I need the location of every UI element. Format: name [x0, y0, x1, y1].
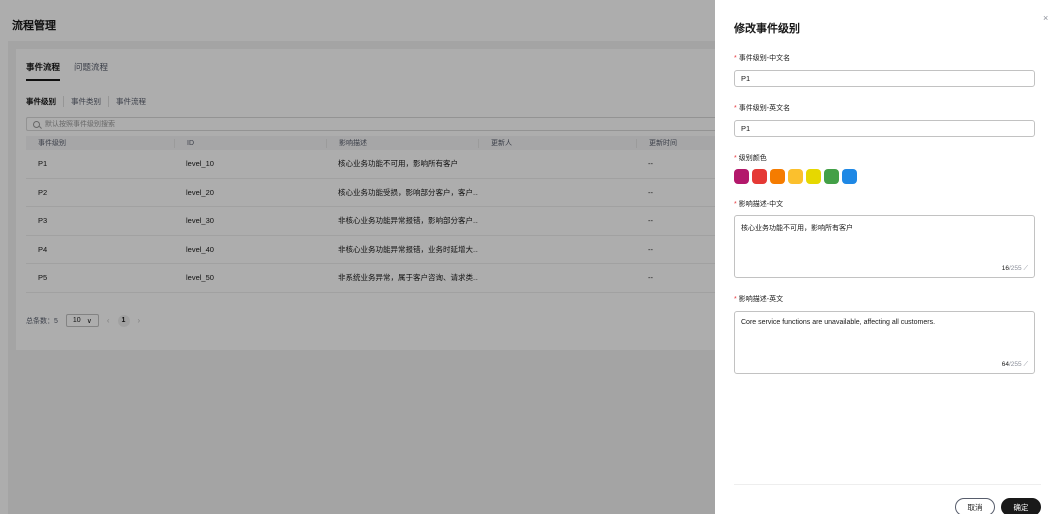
cancel-button[interactable]: 取消 [955, 498, 995, 514]
desc-cn-value: 核心业务功能不可用，影响所有客户 [741, 225, 853, 232]
color-swatch-yellow[interactable] [806, 169, 821, 184]
color-label: * 级别颜色 [734, 155, 767, 162]
color-swatch-blue[interactable] [842, 169, 857, 184]
color-swatches [734, 169, 857, 184]
color-swatch-green[interactable] [824, 169, 839, 184]
name-cn-label: * 事件级别-中文名 [734, 55, 791, 62]
color-swatch-magenta[interactable] [734, 169, 749, 184]
desc-en-value: Core service functions are unavailable, … [741, 319, 936, 326]
desc-cn-label: * 影响描述-中文 [734, 201, 784, 208]
edit-level-drawer: 修改事件级别 × * 事件级别-中文名 P1 * 事件级别-英文名 P1 * 级别颜色… [715, 0, 1052, 514]
confirm-button[interactable]: 确定 [1001, 498, 1041, 514]
name-en-label: * 事件级别-英文名 [734, 105, 791, 112]
name-cn-input[interactable]: P1 [734, 70, 1035, 87]
desc-cn-counter: 16/255 ⟋ [1001, 265, 1028, 272]
drawer-title: 修改事件级别 [734, 23, 800, 35]
close-icon[interactable]: × [1043, 13, 1048, 23]
color-swatch-amber[interactable] [788, 169, 803, 184]
drawer-footer-divider [734, 484, 1041, 485]
name-en-input[interactable]: P1 [734, 120, 1035, 137]
desc-en-counter: 64/255 ⟋ [1001, 361, 1028, 368]
desc-cn-textarea[interactable]: 核心业务功能不可用，影响所有客户 16/255 ⟋ [734, 215, 1035, 278]
desc-en-textarea[interactable]: Core service functions are unavailable, … [734, 311, 1035, 374]
desc-en-label: * 影响描述-英文 [734, 296, 784, 303]
color-swatch-orange[interactable] [770, 169, 785, 184]
color-swatch-red[interactable] [752, 169, 767, 184]
